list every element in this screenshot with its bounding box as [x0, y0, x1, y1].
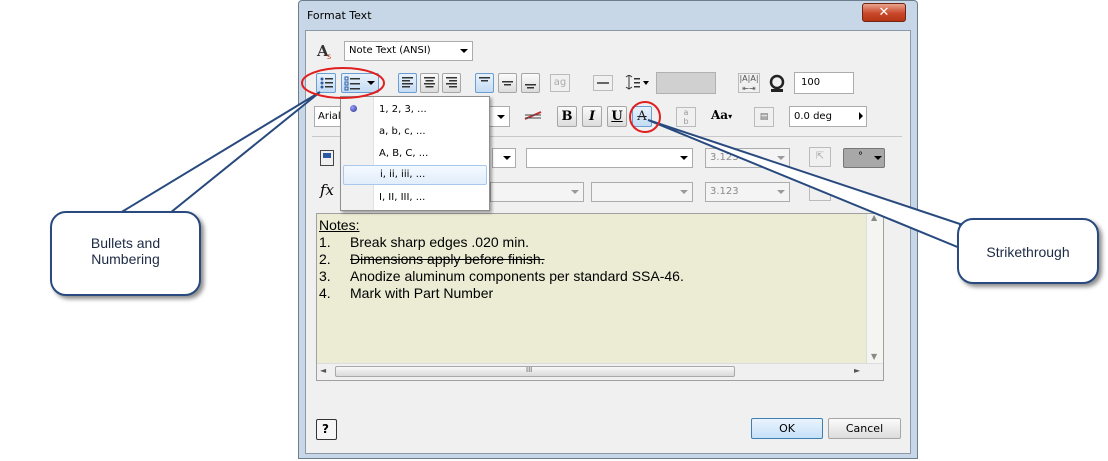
bullets-callout-text: Bullets and Numbering	[90, 235, 161, 267]
bullets-numbering-callout: Bullets and Numbering	[50, 211, 201, 296]
strikethrough-callout: Strikethrough	[957, 218, 1099, 284]
strike-callout-text: Strikethrough	[986, 244, 1070, 260]
